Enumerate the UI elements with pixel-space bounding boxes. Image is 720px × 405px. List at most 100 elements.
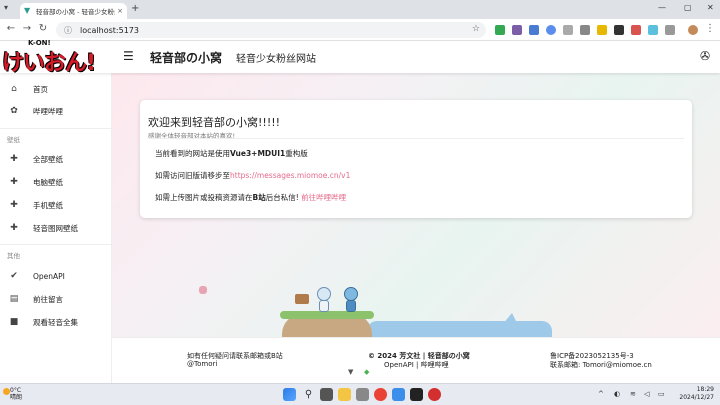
browser-menu-icon[interactable]: ⋮ xyxy=(703,23,717,34)
puzzle-icon: ✚ xyxy=(10,177,18,187)
app-icon[interactable] xyxy=(410,388,423,401)
browser-tab[interactable]: ▼ 轻音部の小窝 - 轻音少女粉丝网站 × xyxy=(20,3,127,19)
app-subtitle: 轻音少女粉丝网站 xyxy=(236,54,316,65)
footer-email[interactable]: 联系邮箱: Tomori@miomoe.cn xyxy=(550,360,652,370)
site-logo[interactable]: K-ON! けいおん! xyxy=(0,37,112,76)
menu-icon[interactable]: ☰ xyxy=(123,49,134,63)
message-icon: ▤ xyxy=(9,294,19,304)
tab-search-icon[interactable]: ▾ xyxy=(4,3,8,12)
extension-icon[interactable] xyxy=(529,25,539,35)
sidebar-item-label: OpenAPI xyxy=(33,271,65,281)
clock-time: 18:29 xyxy=(696,386,714,393)
extension-icon[interactable] xyxy=(580,25,590,35)
sidebar-item-label: 前往留言 xyxy=(33,294,63,304)
section-label-other: 其他 xyxy=(7,252,20,260)
character-head-illustration xyxy=(317,287,331,301)
forward-icon[interactable]: → xyxy=(20,23,34,34)
text: 如需访问旧版请移步至 xyxy=(155,171,230,180)
profile-avatar[interactable] xyxy=(688,25,698,35)
volume-icon[interactable]: ◁ xyxy=(644,390,649,398)
sidebar-item-watch[interactable]: ■ 观看轻音全集 xyxy=(0,312,112,332)
footer-links[interactable]: OpenAPI | 哔哩哔哩 xyxy=(384,360,449,370)
extensions-puzzle-icon[interactable] xyxy=(665,25,675,35)
tray-app-icon[interactable]: ◐ xyxy=(614,390,620,398)
reload-icon[interactable]: ↻ xyxy=(36,23,50,34)
sidebar-item-label: 哔哩哔哩 xyxy=(33,106,63,116)
system-clock[interactable]: 18:29 2024/12/27 xyxy=(670,386,714,402)
app-icon[interactable] xyxy=(428,388,441,401)
main-content: 欢迎来到轻音部の小窝!!!!! 感谢全体轻音部对本站的喜欢! 当前看到的网站是使… xyxy=(112,73,720,337)
extension-icon[interactable] xyxy=(546,25,556,35)
extension-icon[interactable] xyxy=(614,25,624,35)
sidebar-item-messages[interactable]: ▤ 前往留言 xyxy=(0,289,112,309)
logo-main-text: けいおん! xyxy=(2,51,96,76)
back-icon[interactable]: ← xyxy=(4,23,18,34)
wifi-icon[interactable]: ≋ xyxy=(630,390,636,398)
file-explorer-icon[interactable] xyxy=(338,388,351,401)
puzzle-icon: ✚ xyxy=(10,200,18,210)
extension-icon[interactable] xyxy=(512,25,522,35)
extension-icon[interactable] xyxy=(597,25,607,35)
bilibili-link[interactable]: 前往哔哩哔哩 xyxy=(301,193,346,202)
app-title: 轻音部の小窝 xyxy=(150,51,223,65)
sidebar-item-label: 轻音图网壁纸 xyxy=(33,223,78,233)
url-text: localhost:5173 xyxy=(80,25,139,35)
tray-expand-icon[interactable]: ^ xyxy=(598,390,604,398)
tech-stack-text: Vue3+MDUI1 xyxy=(230,149,286,158)
sidebar-item-label: 首页 xyxy=(33,84,48,94)
app-icon[interactable] xyxy=(356,388,369,401)
weather-widget[interactable]: 0°C 晴朗 xyxy=(3,387,23,401)
new-tab-button[interactable]: + xyxy=(131,3,139,14)
search-icon[interactable]: ⚲ xyxy=(302,388,315,401)
sidebar-item-mobile-wallpaper[interactable]: ✚ 手机壁纸 xyxy=(0,195,112,215)
maximize-icon[interactable]: ▢ xyxy=(684,3,692,12)
card-line-upload: 如需上传图片或投稿资源请在B站后台私信! 前往哔哩哔哩 xyxy=(155,192,346,203)
sidebar-item-openapi[interactable]: ✔ OpenAPI xyxy=(0,266,112,286)
sidebar-item-home[interactable]: ⌂ 首页 xyxy=(0,79,112,99)
sidebar-item-all-wallpaper[interactable]: ✚ 全部壁纸 xyxy=(0,149,112,169)
bookmark-star-icon[interactable]: ☆ xyxy=(472,24,480,34)
os-taskbar: 0°C 晴朗 ⚲ ^ ◐ ≋ ◁ ▭ 18:29 2024/12/27 xyxy=(0,383,720,405)
clock-date: 2024/12/27 xyxy=(679,394,714,401)
card-line-version: 当前看到的网站是使用Vue3+MDUI1重构版 xyxy=(155,148,308,159)
task-view-icon[interactable] xyxy=(320,388,333,401)
extension-icon[interactable] xyxy=(648,25,658,35)
vscode-icon[interactable] xyxy=(392,388,405,401)
sidebar-item-bilibili[interactable]: ✿ 哔哩哔哩 xyxy=(0,101,112,121)
start-icon[interactable] xyxy=(283,388,296,401)
text: 后台私信! xyxy=(265,193,302,202)
sidebar-item-label: 全部壁纸 xyxy=(33,154,63,164)
puzzle-icon: ✚ xyxy=(10,223,18,233)
sun-icon xyxy=(3,388,10,395)
battery-icon[interactable]: ▭ xyxy=(658,390,665,398)
close-window-icon[interactable]: ✕ xyxy=(707,3,714,12)
character-body-illustration xyxy=(346,300,356,312)
sidebar-item-kon-wallpaper[interactable]: ✚ 轻音图网壁纸 xyxy=(0,218,112,238)
weather-status: 晴朗 xyxy=(10,394,23,401)
character-body-illustration xyxy=(319,300,329,312)
card-title: 欢迎来到轻音部の小窝!!!!! xyxy=(148,116,281,129)
puzzle-icon: ✚ xyxy=(10,154,18,164)
video-icon: ■ xyxy=(9,317,19,327)
footer-author-link[interactable]: @Tomori xyxy=(187,360,217,368)
funnel-icon[interactable]: ▼ xyxy=(348,368,353,376)
theme-toggle-icon[interactable]: ✇ xyxy=(700,49,710,63)
extension-shield-icon[interactable] xyxy=(495,25,505,35)
shield-check-icon: ✔ xyxy=(10,271,18,281)
vue-icon[interactable]: ◆ xyxy=(364,368,369,376)
text: 重构版 xyxy=(285,149,308,158)
chrome-icon[interactable] xyxy=(374,388,387,401)
minimize-icon[interactable]: — xyxy=(658,3,666,12)
site-favicon-icon: ▼ xyxy=(24,6,31,15)
card-divider xyxy=(148,138,684,139)
close-tab-icon[interactable]: × xyxy=(117,7,123,15)
sidebar: ⌂ 首页 ✿ 哔哩哔哩 壁纸 ✚ 全部壁纸 ✚ 电脑壁纸 ✚ 手机壁纸 ✚ 轻音… xyxy=(0,73,112,383)
whale-illustration xyxy=(367,321,552,337)
extension-icon[interactable] xyxy=(631,25,641,35)
extension-icon[interactable] xyxy=(563,25,573,35)
url-bar[interactable]: ⓘ localhost:5173 ☆ xyxy=(56,22,486,38)
site-info-icon[interactable]: ⓘ xyxy=(64,25,72,36)
old-version-link[interactable]: https://messages.miomoe.cn/v1 xyxy=(230,171,350,180)
sidebar-item-label: 手机壁纸 xyxy=(33,200,63,210)
sidebar-item-pc-wallpaper[interactable]: ✚ 电脑壁纸 xyxy=(0,172,112,192)
